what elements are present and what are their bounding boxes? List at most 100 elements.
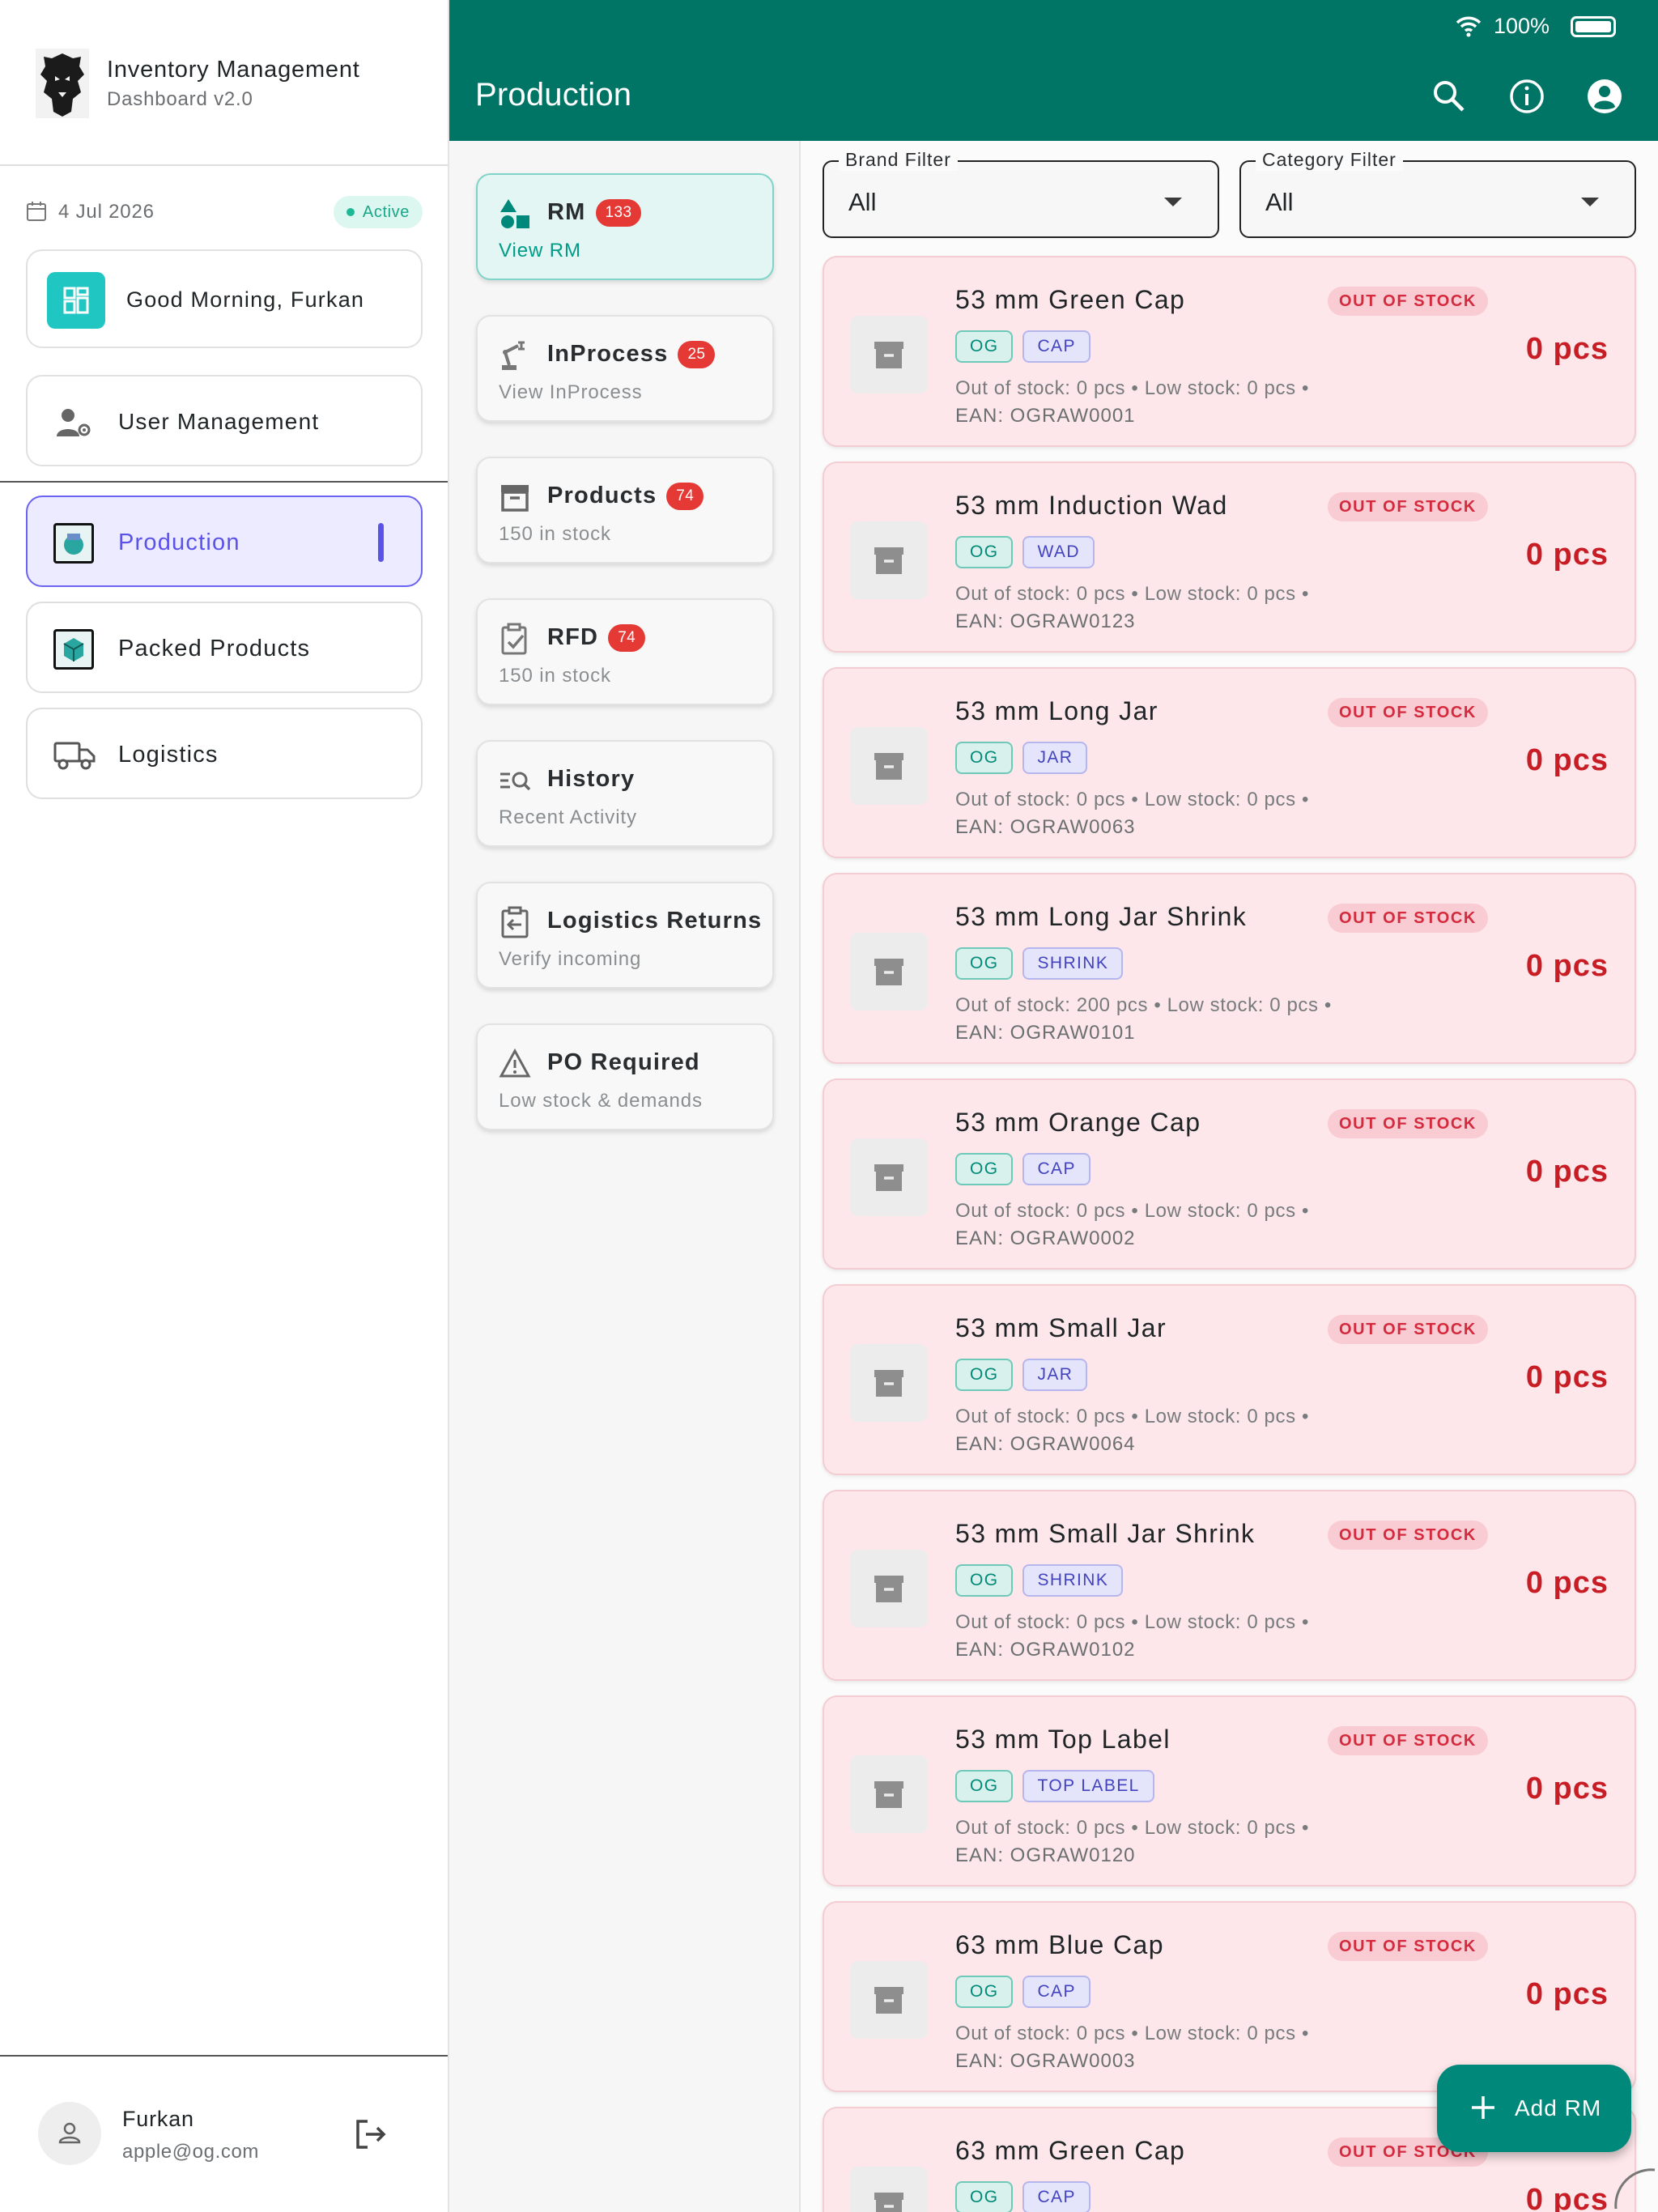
menu-card-po-required[interactable]: PO Required Low stock & demands xyxy=(476,1023,774,1130)
stock-status-badge: OUT OF STOCK xyxy=(1328,1521,1488,1550)
menu-subtitle: 150 in stock xyxy=(499,665,611,687)
item-thumbnail xyxy=(850,2167,928,2212)
greeting-card[interactable]: Good Morning, Furkan xyxy=(26,249,423,348)
nav-item-production[interactable]: Production xyxy=(26,496,423,587)
menu-card-rm[interactable]: RM 133 View RM xyxy=(476,173,774,280)
brand-filter-dropdown[interactable]: Brand Filter All xyxy=(823,149,1219,238)
menu-card-products[interactable]: Products 74 150 in stock xyxy=(476,457,774,564)
battery-level: 100% xyxy=(1493,14,1550,38)
brand-tag: OG xyxy=(955,1976,1014,2008)
nav-label: Logistics xyxy=(118,742,219,768)
menu-subtitle: Recent Activity xyxy=(499,806,637,828)
category-tag: SHRINK xyxy=(1022,947,1124,980)
item-thumbnail xyxy=(850,521,928,599)
battery-icon xyxy=(1571,16,1616,37)
menu-card-logistics-returns[interactable]: Logistics Returns Verify incoming xyxy=(476,882,774,989)
app-version: Dashboard v2.0 xyxy=(107,88,253,110)
nav-item-logistics[interactable]: Logistics xyxy=(26,708,423,799)
wifi-icon xyxy=(1456,16,1482,37)
nav-label: Production xyxy=(118,530,240,555)
rm-item-card[interactable]: 53 mm Small Jar Shrink OUT OF STOCK OG SHRI… xyxy=(823,1490,1636,1681)
rm-item-card[interactable]: 53 mm Induction Wad OUT OF STOCK OG WAD Out … xyxy=(823,462,1636,653)
item-thumbnail xyxy=(850,1755,928,1833)
user-management-label: User Management xyxy=(118,409,320,434)
nav-item-packed-products[interactable]: Packed Products xyxy=(26,602,423,693)
category-filter-dropdown[interactable]: Category Filter All xyxy=(1239,149,1636,238)
menu-subtitle: Verify incoming xyxy=(499,948,642,970)
user-name: Furkan xyxy=(122,2107,194,2131)
item-tags: OG CAP xyxy=(955,2181,1100,2212)
category-tag: JAR xyxy=(1022,1359,1088,1391)
stock-thresholds: Out of stock: 200 pcs • Low stock: 0 pcs… xyxy=(955,994,1332,1016)
category-tag: CAP xyxy=(1022,1976,1090,2008)
rm-item-card[interactable]: 53 mm Long Jar OUT OF STOCK OG JAR Out of st… xyxy=(823,667,1636,858)
rm-item-card[interactable]: 53 mm Green Cap OUT OF STOCK OG CAP Out of s… xyxy=(823,256,1636,447)
rm-item-card[interactable]: 63 mm Blue Cap OUT OF STOCK OG CAP Out of st… xyxy=(823,1901,1636,2092)
account-icon[interactable] xyxy=(1586,78,1623,115)
category-tag: WAD xyxy=(1022,536,1095,568)
menu-title: RM 133 xyxy=(547,199,642,227)
filter-label: Category Filter xyxy=(1256,149,1403,171)
return-box-icon xyxy=(501,906,529,938)
person-icon xyxy=(58,2122,81,2144)
user-email: apple@og.com xyxy=(122,2141,259,2163)
shapes-icon xyxy=(500,199,529,228)
item-ean: EAN: OGRAW0001 xyxy=(955,405,1136,427)
rm-item-card[interactable]: 53 mm Small Jar OUT OF STOCK OG JAR Out of s… xyxy=(823,1284,1636,1475)
stock-thresholds: Out of stock: 0 pcs • Low stock: 0 pcs • xyxy=(955,2023,1309,2044)
item-quantity: 0 pcs xyxy=(1525,1977,1609,2011)
category-tag: SHRINK xyxy=(1022,1564,1124,1597)
rm-item-card[interactable]: 53 mm Orange Cap OUT OF STOCK OG CAP Out of … xyxy=(823,1078,1636,1270)
user-management-button[interactable]: User Management xyxy=(26,375,423,466)
status-badge: Active xyxy=(333,196,423,228)
menu-card-history[interactable]: History Recent Activity xyxy=(476,740,774,847)
search-icon[interactable] xyxy=(1431,78,1468,115)
production-icon xyxy=(53,523,94,564)
divider xyxy=(0,481,448,483)
page-title: Production xyxy=(475,77,632,113)
lion-logo-icon xyxy=(36,49,89,118)
truck-icon xyxy=(53,742,96,770)
menu-card-rfd[interactable]: RFD 74 150 in stock xyxy=(476,598,774,705)
item-quantity: 0 pcs xyxy=(1525,949,1609,983)
archive-icon xyxy=(874,547,903,574)
greeting-text: Good Morning, Furkan xyxy=(126,287,365,312)
item-ean: EAN: OGRAW0123 xyxy=(955,610,1136,632)
nav-label: Packed Products xyxy=(118,636,311,661)
item-name: 53 mm Long Jar Shrink xyxy=(955,902,1248,931)
rm-item-card[interactable]: 53 mm Top Label OUT OF STOCK OG TOP LABEL Ou… xyxy=(823,1695,1636,1887)
filter-label: Brand Filter xyxy=(839,149,958,171)
item-thumbnail xyxy=(850,316,928,393)
menu-card-inprocess[interactable]: InProcess 25 View InProcess xyxy=(476,315,774,422)
archive-icon xyxy=(874,342,903,368)
rm-item-card[interactable]: 53 mm Long Jar Shrink OUT OF STOCK OG SHRIN… xyxy=(823,873,1636,1064)
item-ean: EAN: OGRAW0003 xyxy=(955,2050,1136,2072)
item-name: 63 mm Green Cap xyxy=(955,2136,1186,2165)
item-tags: OG WAD xyxy=(955,536,1104,568)
avatar[interactable] xyxy=(38,2102,101,2165)
add-rm-button[interactable]: Add RM xyxy=(1437,2065,1631,2152)
archive-icon xyxy=(874,1164,903,1191)
logout-icon[interactable] xyxy=(353,2116,389,2152)
item-name: 53 mm Small Jar Shrink xyxy=(955,1519,1256,1548)
menu-title: PO Required xyxy=(547,1049,700,1075)
stock-status-badge: OUT OF STOCK xyxy=(1328,1726,1488,1755)
item-name: 53 mm Green Cap xyxy=(955,285,1186,314)
item-thumbnail xyxy=(850,727,928,805)
archive-icon xyxy=(501,485,529,512)
item-ean: EAN: OGRAW0002 xyxy=(955,1227,1136,1249)
item-tags: OG TOP LABEL xyxy=(955,1770,1164,1802)
menu-title: RFD 74 xyxy=(547,624,646,652)
item-name: 53 mm Top Label xyxy=(955,1725,1171,1754)
menu-title: InProcess 25 xyxy=(547,341,716,368)
app-name: Inventory Management xyxy=(107,57,360,83)
dropdown-arrow-icon xyxy=(1164,198,1182,206)
item-ean: EAN: OGRAW0064 xyxy=(955,1433,1136,1455)
archive-icon xyxy=(874,2193,903,2212)
calendar-icon xyxy=(27,202,46,221)
info-icon[interactable] xyxy=(1508,78,1545,115)
item-quantity: 0 pcs xyxy=(1525,1772,1609,1806)
item-tags: OG SHRINK xyxy=(955,1564,1133,1597)
brand-tag: OG xyxy=(955,2181,1014,2212)
stock-status-badge: OUT OF STOCK xyxy=(1328,1315,1488,1344)
